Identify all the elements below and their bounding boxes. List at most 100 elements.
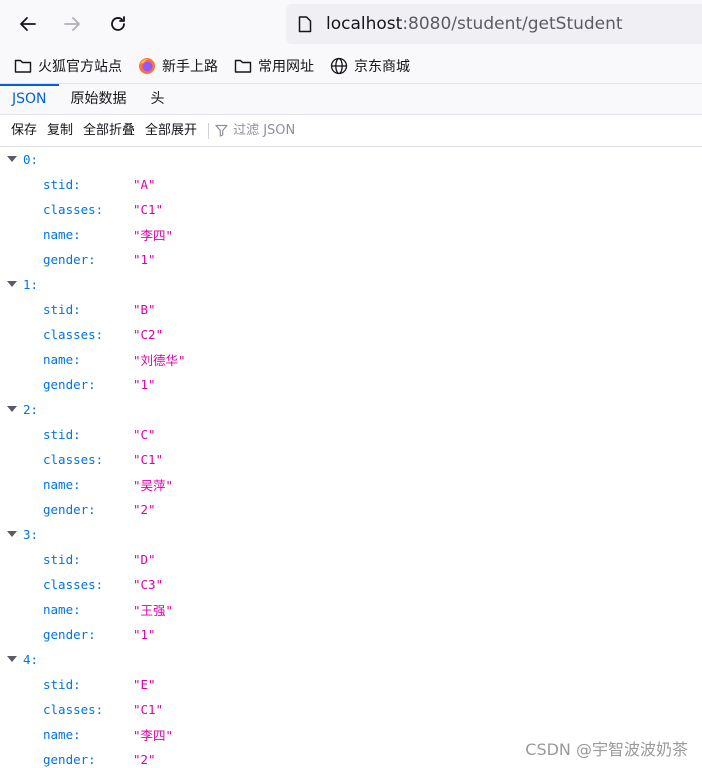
json-property-value: "2": [133, 752, 156, 767]
json-property-key: gender:: [43, 377, 96, 392]
json-object-row[interactable]: 3:: [0, 522, 702, 547]
json-property-value: "B": [133, 302, 156, 317]
json-property-value: "2": [133, 502, 156, 517]
json-property-key: gender:: [43, 252, 96, 267]
json-property-value: "王强": [133, 603, 174, 618]
expand-toggle-icon[interactable]: [7, 656, 17, 662]
globe-icon: [330, 57, 348, 75]
json-property-value: "C2": [133, 327, 164, 342]
firefox-icon: [138, 57, 156, 75]
json-property-row: classes: "C1": [0, 197, 702, 222]
expand-toggle-icon[interactable]: [7, 281, 17, 287]
json-property-key: name:: [43, 352, 81, 367]
json-property-value: "C1": [133, 702, 164, 717]
page-icon: [298, 15, 314, 32]
json-property-key: name:: [43, 477, 81, 492]
filter-json-input[interactable]: [233, 123, 434, 138]
json-property-value: "C3": [133, 577, 164, 592]
json-property-key: gender:: [43, 627, 96, 642]
json-property-row: gender: "2": [0, 497, 702, 522]
json-property-value: "C1": [133, 202, 164, 217]
url-bar[interactable]: localhost:8080/student/getStudent: [286, 4, 702, 44]
json-property-row: stid: "E": [0, 672, 702, 697]
url-host: localhost: [326, 14, 403, 34]
json-property-key: gender:: [43, 502, 96, 517]
json-property-row: stid: "A": [0, 172, 702, 197]
json-property-value: "李四": [133, 728, 174, 743]
json-property-key: classes:: [43, 327, 104, 342]
navigation-bar: localhost:8080/student/getStudent: [0, 0, 702, 48]
json-property-row: stid: "C": [0, 422, 702, 447]
back-button[interactable]: [12, 8, 44, 40]
json-property-value: "1": [133, 627, 156, 642]
bookmark-label: 火狐官方站点: [38, 58, 122, 75]
forward-button[interactable]: [56, 8, 88, 40]
json-property-value: "D": [133, 552, 156, 567]
tab-json[interactable]: JSON: [0, 84, 59, 114]
json-property-value: "A": [133, 177, 156, 192]
arrow-left-icon: [18, 14, 38, 34]
json-viewer-tabs: JSON 原始数据 头: [0, 84, 702, 115]
toolbar-divider: [208, 122, 210, 139]
json-property-row: stid: "B": [0, 297, 702, 322]
save-button[interactable]: 保存: [6, 119, 42, 143]
json-property-key: stid:: [43, 427, 81, 442]
json-property-row: gender: "1": [0, 247, 702, 272]
json-property-value: "吴萍": [133, 478, 174, 493]
folder-icon: [14, 57, 32, 75]
json-toolbar: 保存 复制 全部折叠 全部展开: [0, 115, 702, 147]
json-property-value: "1": [133, 252, 156, 267]
expand-toggle-icon[interactable]: [7, 156, 17, 162]
arrow-right-icon: [62, 14, 82, 34]
json-index-key: 1:: [23, 277, 39, 292]
reload-button[interactable]: [102, 8, 134, 40]
json-property-row: name: "吴萍": [0, 472, 702, 497]
json-object-row[interactable]: 1:: [0, 272, 702, 297]
json-property-row: classes: "C1": [0, 447, 702, 472]
json-index-key: 3:: [23, 527, 39, 542]
json-property-value: "E": [133, 677, 156, 692]
json-property-value: "C": [133, 427, 156, 442]
json-object-row[interactable]: 4:: [0, 647, 702, 672]
json-property-key: classes:: [43, 202, 104, 217]
json-index-key: 4:: [23, 652, 39, 667]
json-property-key: stid:: [43, 177, 81, 192]
url-path: :8080/student/getStudent: [402, 14, 623, 34]
json-property-key: classes:: [43, 577, 104, 592]
json-property-row: name: "李四": [0, 222, 702, 247]
json-property-row: stid: "D": [0, 547, 702, 572]
json-property-value: "1": [133, 377, 156, 392]
json-index-key: 0:: [23, 152, 39, 167]
copy-button[interactable]: 复制: [42, 119, 78, 143]
bookmark-item[interactable]: 火狐官方站点: [10, 52, 126, 80]
json-property-row: gender: "1": [0, 372, 702, 397]
json-property-value: "C1": [133, 452, 164, 467]
json-property-value: "刘德华": [133, 353, 186, 368]
tab-headers[interactable]: 头: [139, 84, 177, 114]
json-property-key: stid:: [43, 677, 81, 692]
json-property-row: classes: "C1": [0, 697, 702, 722]
json-property-row: name: "王强": [0, 597, 702, 622]
json-property-row: gender: "1": [0, 622, 702, 647]
tab-raw-data[interactable]: 原始数据: [59, 84, 139, 114]
bookmark-item[interactable]: 常用网址: [230, 52, 318, 80]
expand-all-button[interactable]: 全部展开: [140, 119, 202, 143]
bookmarks-bar: 火狐官方站点 新手上路 常用网址 京东商城: [0, 48, 702, 84]
url-text: localhost:8080/student/getStudent: [326, 14, 623, 34]
bookmark-item[interactable]: 京东商城: [326, 52, 414, 80]
json-property-key: name:: [43, 602, 81, 617]
json-property-row: classes: "C3": [0, 572, 702, 597]
json-property-key: gender:: [43, 752, 96, 767]
json-index-key: 2:: [23, 402, 39, 417]
json-property-key: classes:: [43, 452, 104, 467]
reload-icon: [108, 14, 128, 34]
json-object-row[interactable]: 0:: [0, 147, 702, 172]
bookmark-item[interactable]: 新手上路: [134, 52, 222, 80]
filter-icon: [215, 124, 229, 138]
json-object-row[interactable]: 2:: [0, 397, 702, 422]
bookmark-label: 新手上路: [162, 58, 218, 75]
collapse-all-button[interactable]: 全部折叠: [78, 119, 140, 143]
expand-toggle-icon[interactable]: [7, 406, 17, 412]
expand-toggle-icon[interactable]: [7, 531, 17, 537]
json-property-value: "李四": [133, 228, 174, 243]
